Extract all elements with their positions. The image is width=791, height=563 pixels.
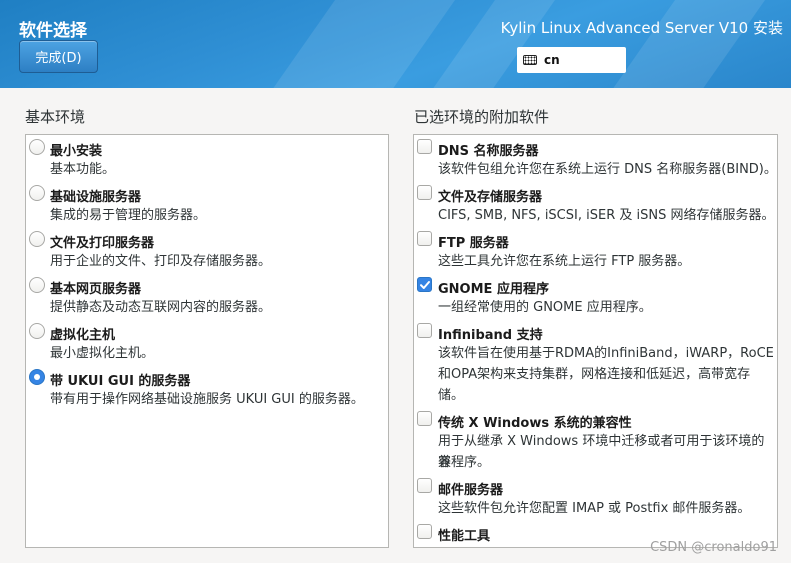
addon-desc: 这些工具允许您在系统上运行 FTP 服务器。 — [438, 254, 691, 269]
base-env-title: 基础设施服务器 — [50, 190, 142, 205]
page-title: 软件选择 — [19, 21, 87, 41]
addon-desc: 这些软件包允许您配置 IMAP 或 Postfix 邮件服务器。 — [438, 501, 751, 516]
base-environment-heading: 基本环境 — [25, 108, 86, 126]
checkbox[interactable] — [417, 185, 432, 200]
base-env-desc: 基本功能。 — [50, 162, 116, 177]
base-env-desc: 带有用于操作网络基础设施服务 UKUI GUI 的服务器。 — [50, 392, 364, 407]
checkbox[interactable] — [417, 478, 432, 493]
addon-title: 文件及存储服务器 — [438, 190, 543, 205]
addon-desc-line: 该软件旨在使用基于RDMA的InfiniBand，iWARP，RoCE — [438, 346, 774, 361]
radio-button[interactable] — [29, 277, 45, 293]
header-decoration — [250, 0, 470, 88]
radio-button[interactable] — [29, 139, 45, 155]
product-title: Kylin Linux Advanced Server V10 安装 — [500, 19, 783, 37]
addon-list: DNS 名称服务器 该软件包组允许您在系统上运行 DNS 名称服务器(BIND)… — [413, 134, 778, 548]
addon-title: 性能工具 — [438, 529, 491, 544]
addon-title: FTP 服务器 — [438, 236, 509, 251]
addon-desc-line: 储。 — [438, 388, 465, 403]
done-button[interactable]: 完成(D) — [19, 40, 98, 73]
base-environment-list: 最小安装 基本功能。 基础设施服务器 集成的易于管理的服务器。 文件及打印服务器… — [25, 134, 389, 548]
checkbox[interactable] — [417, 411, 432, 426]
addon-title: GNOME 应用程序 — [438, 282, 549, 297]
checkbox[interactable] — [417, 323, 432, 338]
addon-desc: 该软件包组允许您在系统上运行 DNS 名称服务器(BIND)。 — [438, 162, 777, 177]
header-decoration — [590, 0, 780, 88]
keyboard-layout-indicator[interactable]: cn — [517, 47, 626, 73]
watermark: CSDN @cronaldo91 — [650, 540, 777, 555]
base-env-desc: 最小虚拟化主机。 — [50, 346, 155, 361]
base-env-desc: 用于企业的文件、打印及存储服务器。 — [50, 254, 272, 269]
keyboard-layout-label: cn — [544, 53, 560, 67]
addon-title: 邮件服务器 — [438, 483, 504, 498]
addon-desc-line: 容程序。 — [438, 455, 491, 470]
base-env-title: 带 UKUI GUI 的服务器 — [50, 374, 191, 389]
base-env-desc: 集成的易于管理的服务器。 — [50, 208, 207, 223]
addon-title: Infiniband 支持 — [438, 328, 543, 343]
radio-button-selected[interactable] — [29, 369, 45, 385]
addon-desc: CIFS, SMB, NFS, iSCSI, iSER 及 iSNS 网络存储服… — [438, 208, 775, 223]
checkbox-checked[interactable] — [417, 277, 432, 292]
checkbox[interactable] — [417, 524, 432, 539]
checkmark-icon — [420, 281, 430, 289]
radio-button[interactable] — [29, 231, 45, 247]
radio-button[interactable] — [29, 185, 45, 201]
addon-title: 传统 X Windows 系统的兼容性 — [438, 416, 632, 431]
addon-title: DNS 名称服务器 — [438, 144, 539, 159]
radio-button[interactable] — [29, 323, 45, 339]
base-env-title: 虚拟化主机 — [50, 328, 116, 343]
base-env-title: 基本网页服务器 — [50, 282, 142, 297]
header-bar: 软件选择 完成(D) Kylin Linux Advanced Server V… — [0, 0, 791, 88]
checkbox[interactable] — [417, 139, 432, 154]
addon-desc: 一组经常使用的 GNOME 应用程序。 — [438, 300, 652, 315]
keyboard-icon — [523, 55, 537, 65]
addons-heading: 已选环境的附加软件 — [414, 108, 550, 126]
base-env-title: 文件及打印服务器 — [50, 236, 155, 251]
base-env-title: 最小安装 — [50, 144, 103, 159]
addon-desc-line: 和OPA架构来支持集群，网格连接和低延迟，高带宽存 — [438, 367, 751, 382]
base-env-desc: 提供静态及动态互联网内容的服务器。 — [50, 300, 272, 315]
checkbox[interactable] — [417, 231, 432, 246]
